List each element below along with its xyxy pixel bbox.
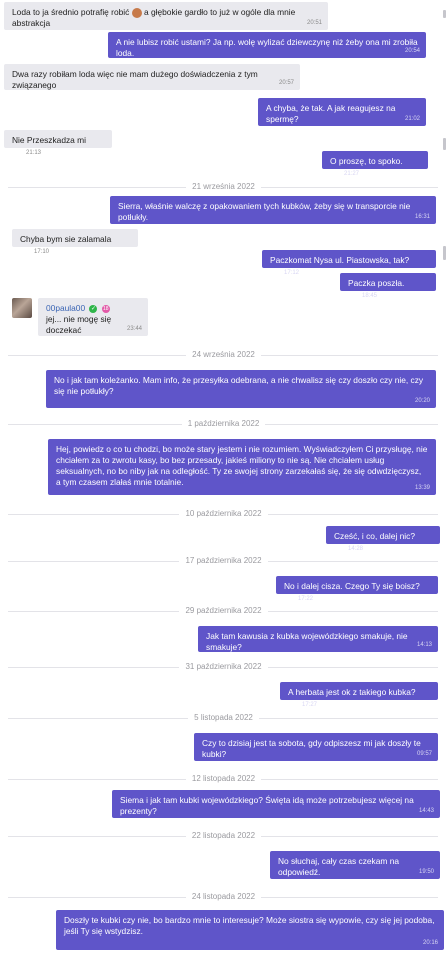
message-text: A chyba, że tak. A jak reagujesz na sper… bbox=[266, 103, 396, 124]
message-text: O proszę, to spoko. bbox=[330, 156, 403, 166]
message-time: 21:27 bbox=[344, 171, 360, 177]
date-separator: 17 października 2022 bbox=[0, 556, 447, 566]
date-separator: 31 października 2022 bbox=[0, 662, 447, 672]
scrollbar-thumb[interactable] bbox=[443, 10, 446, 18]
message-text: No i dalej cisza. Czego Ty się boisz? bbox=[284, 581, 420, 591]
date-label: 24 września 2022 bbox=[186, 350, 261, 359]
message-incoming: Nie Przeszkadza mi 21:13 bbox=[4, 130, 112, 156]
woman-emoji-icon bbox=[131, 7, 142, 18]
message-text: Czy to dzisiaj jest ta sobota, gdy odpis… bbox=[202, 738, 421, 759]
message-outgoing: Czy to dzisiaj jest ta sobota, gdy odpis… bbox=[194, 733, 438, 761]
message-outgoing: A nie lubisz robić ustami? Ja np. wolę w… bbox=[108, 32, 426, 58]
date-label: 17 października 2022 bbox=[179, 556, 268, 565]
sender-name[interactable]: 00paula00 bbox=[46, 303, 85, 313]
message-time: 14:43 bbox=[418, 808, 434, 814]
message-text: Siema i jak tam kubki wojewódzkiego? Świ… bbox=[120, 795, 414, 816]
message-text: A nie lubisz robić ustami? Ja np. wolę w… bbox=[116, 37, 418, 58]
message-text: Cześć, i co, dalej nic? bbox=[334, 531, 415, 541]
message-time: 17:12 bbox=[284, 270, 300, 276]
message-text: Jak tam kawusia z kubka wojewódzkiego sm… bbox=[206, 631, 408, 652]
message-text: A herbata jest ok z takiego kubka? bbox=[288, 687, 416, 697]
message-text: Paczkomat Nysa ul. Piastowska, tak? bbox=[270, 255, 410, 265]
scrollbar-thumb[interactable] bbox=[443, 138, 446, 150]
message-incoming: Loda to ja średnio potrafię robić a głęb… bbox=[4, 2, 328, 30]
message-text: Paczka poszła. bbox=[348, 278, 405, 288]
message-incoming: 00paula00 ✓ 18 jej... nie mogę się docze… bbox=[38, 298, 148, 336]
chat-history[interactable]: Loda to ja średnio potrafię robić a głęb… bbox=[0, 0, 447, 960]
date-label: 10 października 2022 bbox=[179, 509, 268, 518]
age-badge-icon: 18 bbox=[101, 304, 110, 313]
date-label: 29 października 2022 bbox=[179, 606, 268, 615]
date-label: 21 września 2022 bbox=[186, 182, 261, 191]
message-outgoing: Siema i jak tam kubki wojewódzkiego? Świ… bbox=[112, 790, 440, 818]
avatar[interactable] bbox=[12, 298, 32, 318]
message-time: 13:39 bbox=[414, 485, 430, 491]
message-time: 16:31 bbox=[414, 214, 430, 220]
message-time: 20:57 bbox=[278, 80, 294, 86]
message-text: Loda to ja średnio potrafię robić bbox=[12, 7, 130, 17]
message-text: No słuchaj, cały czas czekam na odpowied… bbox=[278, 856, 400, 877]
message-outgoing: Sierra, właśnie walczę z opakowaniem tyc… bbox=[110, 196, 436, 224]
message-incoming: Dwa razy robiłam loda więc nie mam dużeg… bbox=[4, 64, 300, 90]
message-time: 14:13 bbox=[416, 642, 432, 648]
message-outgoing: Jak tam kawusia z kubka wojewódzkiego sm… bbox=[198, 626, 438, 652]
message-time: 09:57 bbox=[416, 751, 432, 757]
date-separator: 22 listopada 2022 bbox=[0, 831, 447, 841]
message-time: 23:44 bbox=[126, 326, 142, 332]
date-label: 1 października 2022 bbox=[181, 419, 266, 428]
date-separator: 29 października 2022 bbox=[0, 606, 447, 616]
message-time: 20:51 bbox=[306, 20, 322, 26]
date-label: 5 listopada 2022 bbox=[188, 713, 259, 722]
date-separator: 24 września 2022 bbox=[0, 350, 447, 360]
date-separator: 10 października 2022 bbox=[0, 509, 447, 519]
message-time: 17:27 bbox=[302, 702, 318, 708]
message-outgoing: A chyba, że tak. A jak reagujesz na sper… bbox=[258, 98, 426, 126]
message-outgoing: Paczkomat Nysa ul. Piastowska, tak? 17:1… bbox=[262, 250, 436, 276]
date-separator: 24 listopada 2022 bbox=[0, 892, 447, 902]
message-time: 17:10 bbox=[34, 249, 50, 255]
message-outgoing: Paczka poszła. 18:45 bbox=[340, 273, 436, 299]
verified-icon: ✓ bbox=[89, 304, 98, 313]
date-separator: 12 listopada 2022 bbox=[0, 774, 447, 784]
message-text: Hej, powiedz o co tu chodzi, bo może sta… bbox=[56, 444, 428, 487]
message-time: 21:13 bbox=[26, 150, 42, 156]
message-time: 20:54 bbox=[404, 48, 420, 54]
date-label: 31 października 2022 bbox=[179, 662, 268, 671]
message-text: Sierra, właśnie walczę z opakowaniem tyc… bbox=[118, 201, 411, 222]
message-outgoing: A herbata jest ok z takiego kubka? 17:27 bbox=[280, 682, 438, 708]
message-outgoing: No i jak tam koleżanko. Mam info, że prz… bbox=[46, 370, 436, 408]
message-text: No i jak tam koleżanko. Mam info, że prz… bbox=[54, 375, 424, 396]
message-outgoing: Doszły te kubki czy nie, bo bardzo mnie … bbox=[56, 910, 444, 950]
date-separator: 1 października 2022 bbox=[0, 419, 447, 429]
date-separator: 5 listopada 2022 bbox=[0, 713, 447, 723]
scrollbar-thumb[interactable] bbox=[443, 246, 446, 260]
message-outgoing: Cześć, i co, dalej nic? 14:28 bbox=[326, 526, 440, 552]
message-text: Doszły te kubki czy nie, bo bardzo mnie … bbox=[64, 915, 435, 936]
message-outgoing: No słuchaj, cały czas czekam na odpowied… bbox=[270, 851, 440, 879]
message-text: Chyba bym sie zalamala bbox=[20, 234, 112, 244]
message-text: Nie Przeszkadza mi bbox=[12, 135, 87, 145]
message-outgoing: O proszę, to spoko. 21:27 bbox=[322, 151, 428, 177]
date-label: 22 listopada 2022 bbox=[185, 831, 262, 840]
message-text: Dwa razy robiłam loda więc nie mam dużeg… bbox=[12, 69, 258, 90]
message-time: 14:28 bbox=[348, 546, 364, 552]
date-label: 12 listopada 2022 bbox=[185, 774, 262, 783]
message-outgoing: No i dalej cisza. Czego Ty się boisz? 17… bbox=[276, 576, 438, 602]
message-time: 20:16 bbox=[422, 940, 438, 946]
message-time: 20:20 bbox=[414, 398, 430, 404]
message-time: 19:50 bbox=[418, 869, 434, 875]
message-time: 17:22 bbox=[298, 596, 314, 602]
date-label: 24 listopada 2022 bbox=[185, 892, 262, 901]
date-separator: 21 września 2022 bbox=[0, 182, 447, 192]
message-text: jej... nie mogę się doczekać bbox=[46, 314, 112, 335]
message-time: 21:02 bbox=[404, 116, 420, 122]
message-time: 18:45 bbox=[362, 293, 378, 299]
message-incoming: Chyba bym sie zalamala 17:10 bbox=[12, 229, 138, 255]
message-outgoing: Hej, powiedz o co tu chodzi, bo może sta… bbox=[48, 439, 436, 495]
